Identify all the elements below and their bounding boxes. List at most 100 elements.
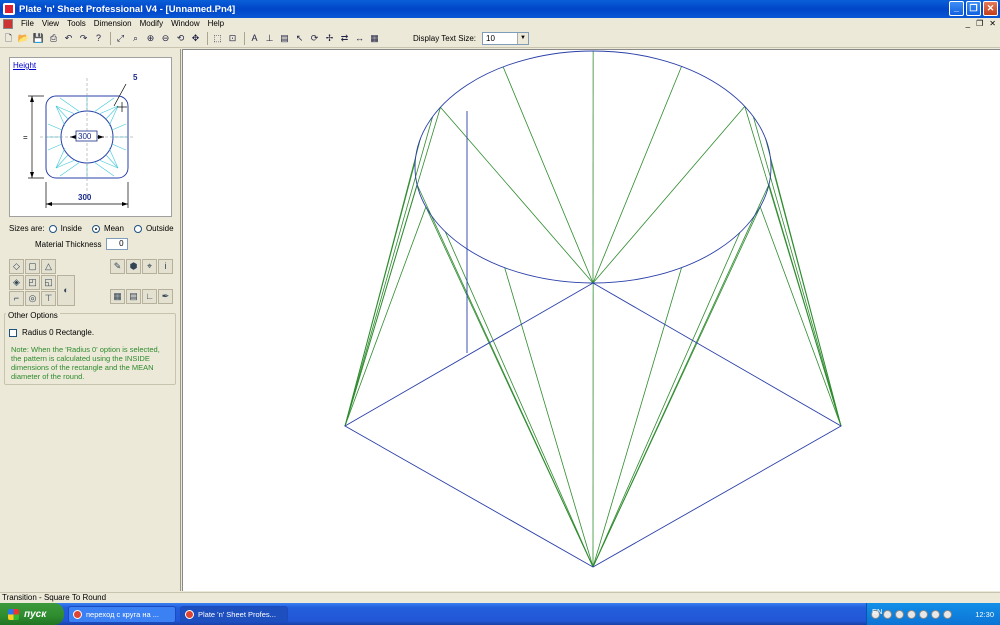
table-icon[interactable]: ▤ xyxy=(126,289,141,304)
select-area-icon[interactable]: ⬚ xyxy=(211,32,224,45)
document-icon[interactable] xyxy=(3,19,13,29)
security-tray-icon[interactable] xyxy=(907,609,916,619)
zoom-window-icon[interactable]: ⌕ xyxy=(129,32,142,45)
shape-cylinder-icon[interactable]: ◎ xyxy=(25,291,40,306)
close-button[interactable]: ✕ xyxy=(983,1,998,16)
mdi-minimize-button[interactable]: _ xyxy=(966,19,970,28)
radio-mean[interactable] xyxy=(91,224,100,233)
menu-help[interactable]: Help xyxy=(204,18,228,30)
menu-view[interactable]: View xyxy=(38,18,63,30)
radio-inside-label[interactable]: Inside xyxy=(61,224,82,233)
menu-tools[interactable]: Tools xyxy=(63,18,90,30)
menu-file[interactable]: File xyxy=(17,18,38,30)
minimize-button[interactable]: _ xyxy=(949,1,964,16)
taskbar-item-browser[interactable]: переход с круга на ... xyxy=(68,605,176,623)
radio-outside[interactable] xyxy=(133,224,142,233)
opera-icon xyxy=(73,609,82,619)
shape-cone-icon[interactable]: ◇ xyxy=(9,259,24,274)
pan-icon[interactable]: ✥ xyxy=(189,32,202,45)
mirror-icon[interactable]: ⇄ xyxy=(338,32,351,45)
shape-tee-icon[interactable]: ⊤ xyxy=(41,291,56,306)
calculator-icon[interactable]: ▦ xyxy=(110,289,125,304)
volume-tray-icon[interactable] xyxy=(931,609,940,619)
fold-line xyxy=(752,116,842,427)
shape-pyramid-icon[interactable]: △ xyxy=(41,259,56,274)
save-icon[interactable]: 💾 xyxy=(32,32,45,45)
view-3d-icon[interactable]: ⬢ xyxy=(126,259,141,274)
taskbar-item-plate-n-sheet[interactable]: Plate 'n' Sheet Profes... xyxy=(180,605,288,623)
text-tool-icon[interactable]: A xyxy=(248,32,261,45)
new-file-icon[interactable]: 🗋 xyxy=(2,32,15,45)
edit-pointer-icon[interactable]: ↖ xyxy=(293,32,306,45)
material-thickness-input[interactable]: 0 xyxy=(105,238,128,250)
shape-rect-round-icon[interactable]: ◱ xyxy=(41,275,56,290)
toolbar-separator xyxy=(244,32,245,45)
menu-modify[interactable]: Modify xyxy=(136,18,168,30)
grid-icon[interactable]: ▦ xyxy=(368,32,381,45)
display-text-size-select[interactable]: 10 ▼ xyxy=(482,32,529,45)
preview-dimensions xyxy=(28,78,134,208)
radius-zero-note: Note: When the 'Radius 0' option is sele… xyxy=(11,345,160,381)
menu-window[interactable]: Window xyxy=(167,18,203,30)
radio-inside[interactable] xyxy=(48,224,57,233)
fold-line xyxy=(759,206,842,427)
shape-segment-icon[interactable]: ◐ xyxy=(57,275,75,306)
radio-outside-label[interactable]: Outside xyxy=(146,224,174,233)
shape-box-icon[interactable]: ▢ xyxy=(25,259,40,274)
material-thickness-label: Material Thickness xyxy=(35,239,102,249)
redo-icon[interactable]: ↷ xyxy=(77,32,90,45)
display-text-size-value: 10 xyxy=(486,34,495,43)
print-icon[interactable]: ⎙ xyxy=(47,32,60,45)
fold-line xyxy=(770,161,842,427)
mdi-restore-button[interactable]: ❐ xyxy=(976,19,983,28)
shape-elbow-icon[interactable]: ⌐ xyxy=(9,291,24,306)
info-icon[interactable]: i xyxy=(158,259,173,274)
shape-square-round-icon[interactable]: ◰ xyxy=(25,275,40,290)
undo-icon[interactable]: ↶ xyxy=(62,32,75,45)
mdi-close-button[interactable]: ✕ xyxy=(989,19,996,28)
network-tray-icon[interactable] xyxy=(883,609,892,619)
adobe-tray-icon[interactable] xyxy=(919,609,928,619)
layer-icon[interactable]: ▤ xyxy=(278,32,291,45)
height-link[interactable]: Height xyxy=(13,61,36,70)
radius-zero-checkbox[interactable] xyxy=(9,328,17,337)
app-icon[interactable] xyxy=(3,3,15,15)
menu-dimension[interactable]: Dimension xyxy=(90,18,136,30)
toolbar-separator xyxy=(110,32,111,45)
dropdown-arrow-icon[interactable]: ▼ xyxy=(517,33,528,44)
transition-3d-view[interactable] xyxy=(183,50,1000,592)
update-tray-icon[interactable] xyxy=(943,609,952,619)
tag-icon[interactable]: ⌖ xyxy=(142,259,157,274)
preview-width-dim[interactable]: 300 xyxy=(78,193,92,202)
axis-icon[interactable]: ∟ xyxy=(142,289,157,304)
radio-mean-label[interactable]: Mean xyxy=(104,224,124,233)
zoom-out-icon[interactable]: ⊖ xyxy=(159,32,172,45)
title-bar[interactable]: Plate 'n' Sheet Professional V4 - [Unnam… xyxy=(0,0,1000,18)
zoom-in-icon[interactable]: ⊕ xyxy=(144,32,157,45)
start-button[interactable]: пуск xyxy=(0,603,64,625)
maximize-button[interactable]: ❐ xyxy=(966,1,981,16)
preview-diameter-dim[interactable]: 300 xyxy=(78,132,92,141)
preview-height-dim[interactable]: = xyxy=(23,133,28,142)
measure-icon[interactable]: ⊥ xyxy=(263,32,276,45)
radius-zero-label[interactable]: Radius 0 Rectangle. xyxy=(22,328,94,337)
move-icon[interactable]: ✢ xyxy=(323,32,336,45)
system-tray: 12:30 xyxy=(866,603,1000,625)
antivirus-tray-icon[interactable] xyxy=(895,609,904,619)
help-pointer-icon[interactable]: ? xyxy=(92,32,105,45)
rotate-icon[interactable]: ⟳ xyxy=(308,32,321,45)
language-indicator[interactable]: EN xyxy=(872,607,882,616)
fold-line xyxy=(344,116,433,427)
status-bar: Transition - Square To Round xyxy=(0,592,1000,603)
shape-offset-cone-icon[interactable]: ◈ xyxy=(9,275,24,290)
pen-icon[interactable]: ✒ xyxy=(158,289,173,304)
fold-line xyxy=(504,267,594,568)
drawing-canvas[interactable] xyxy=(182,49,1000,591)
transition-preview: 5 300 300 = Height xyxy=(9,57,172,217)
open-folder-icon[interactable]: 📂 xyxy=(17,32,30,45)
edit-dimensions-icon[interactable]: ✎ xyxy=(110,259,125,274)
zoom-previous-icon[interactable]: ⟲ xyxy=(174,32,187,45)
zoom-extents-icon[interactable]: ⤢ xyxy=(114,32,127,45)
fit-view-icon[interactable]: ⊡ xyxy=(226,32,239,45)
stretch-icon[interactable]: ↔ xyxy=(353,32,366,45)
